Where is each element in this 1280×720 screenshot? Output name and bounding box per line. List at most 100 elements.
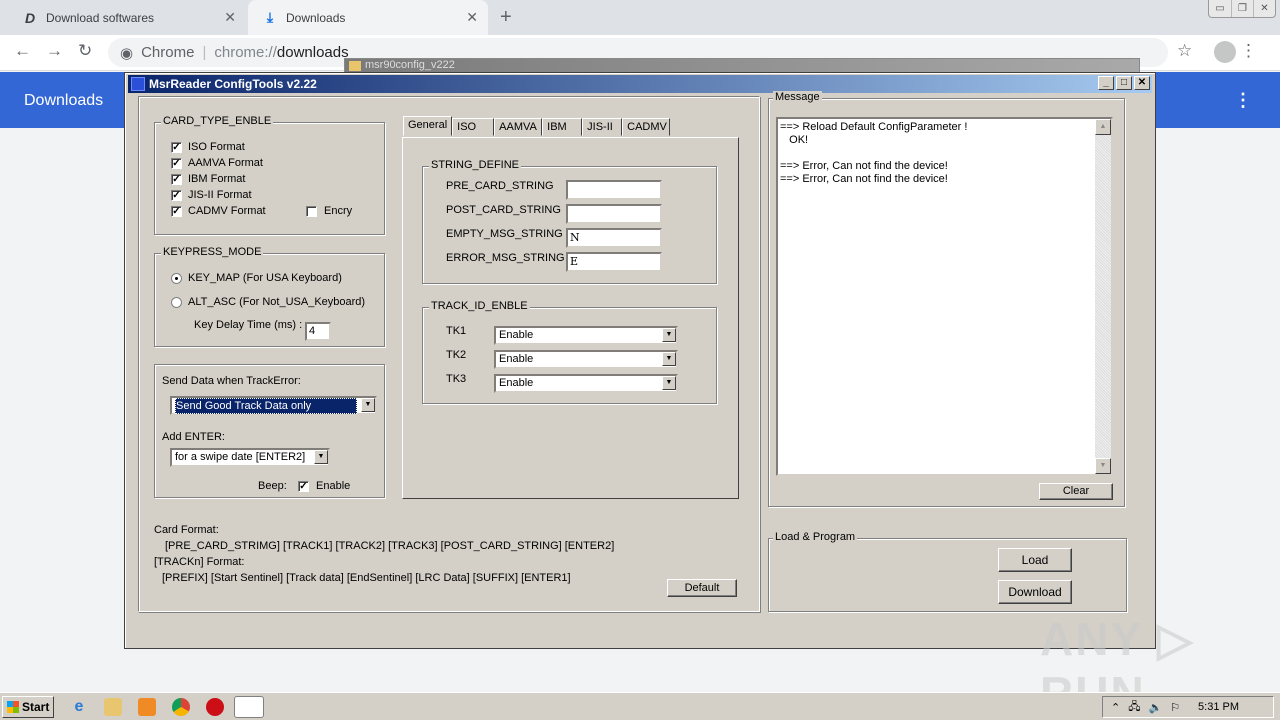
group-title: TRACK_ID_ENBLE bbox=[429, 300, 530, 312]
aamva-format-label: AAMVA Format bbox=[188, 157, 263, 169]
download-icon: ⤓ bbox=[266, 9, 274, 25]
tab-downloads[interactable]: ⤓ Downloads ✕ bbox=[248, 0, 488, 35]
tk3-select[interactable]: Enable ▼ bbox=[494, 374, 678, 393]
opera-icon[interactable] bbox=[206, 698, 224, 716]
scroll-up-icon[interactable]: ▲ bbox=[1095, 119, 1111, 135]
tab-general[interactable]: General bbox=[403, 116, 453, 136]
tab-label: Downloads bbox=[286, 10, 346, 25]
back-icon[interactable]: ← bbox=[14, 41, 31, 61]
cadmv-format-label: CADMV Format bbox=[188, 205, 266, 217]
error-msg-string-input[interactable]: E bbox=[566, 252, 662, 272]
bookmark-star-icon[interactable]: ☆ bbox=[1177, 41, 1192, 61]
more-menu-icon[interactable]: ⋮ bbox=[1234, 90, 1252, 111]
aamva-format-checkbox[interactable]: ✓ bbox=[171, 158, 182, 169]
profile-avatar[interactable] bbox=[1214, 41, 1236, 63]
group-title: Message bbox=[773, 91, 822, 103]
tab-download-softwares[interactable]: D Download softwares ✕ bbox=[8, 0, 246, 35]
post-card-string-label: POST_CARD_STRING bbox=[446, 204, 561, 216]
key-map-radio[interactable] bbox=[171, 273, 182, 284]
chrome-menu-icon[interactable]: ⋮ bbox=[1240, 41, 1257, 61]
close-icon[interactable]: ✕ bbox=[1253, 0, 1275, 17]
empty-msg-string-input[interactable]: N bbox=[566, 228, 662, 248]
clear-button[interactable]: Clear bbox=[1039, 483, 1113, 500]
dropdown-arrow-icon[interactable]: ▼ bbox=[662, 376, 676, 390]
window-titlebar[interactable]: MsrReader ConfigTools v2.22 _ □ ✕ bbox=[128, 75, 1152, 93]
reload-icon[interactable]: ↻ bbox=[78, 41, 92, 61]
minimize-button[interactable]: _ bbox=[1098, 76, 1114, 90]
start-label: Start bbox=[22, 700, 50, 714]
dropdown-arrow-icon[interactable]: ▼ bbox=[662, 328, 676, 342]
tab-aamva[interactable]: AAMVA bbox=[494, 118, 543, 136]
message-line: ==> Error, Can not find the device! bbox=[780, 160, 948, 172]
forward-icon[interactable]: → bbox=[46, 41, 63, 61]
system-tray: ⌃ 🖧 🔈 ⚐ 5:31 PM bbox=[1102, 696, 1274, 718]
add-enter-select[interactable]: for a swipe date [ENTER2] ▼ bbox=[170, 448, 330, 467]
tk2-value: Enable bbox=[499, 353, 534, 365]
file-explorer-icon[interactable] bbox=[104, 698, 122, 716]
restore-icon[interactable]: ❐ bbox=[1231, 0, 1253, 17]
post-card-string-input[interactable] bbox=[566, 204, 662, 224]
pre-card-string-input[interactable] bbox=[566, 180, 662, 200]
alt-asc-label: ALT_ASC (For Not_USA_Keyboard) bbox=[188, 296, 366, 308]
message-line: OK! bbox=[780, 134, 809, 146]
key-map-label: KEY_MAP (For USA Keyboard) bbox=[188, 272, 342, 284]
close-button[interactable]: ✕ bbox=[1134, 76, 1150, 90]
network-warning-icon[interactable]: 🖧 bbox=[1128, 698, 1140, 717]
track-format-label: [TRACKn] Format: bbox=[154, 556, 245, 568]
chrome-icon[interactable] bbox=[172, 698, 190, 716]
tk2-select[interactable]: Enable ▼ bbox=[494, 350, 678, 369]
browser-tab-strip: D Download softwares ✕ ⤓ Downloads ✕ + ▭… bbox=[0, 0, 1280, 35]
show-hidden-icons[interactable]: ⌃ bbox=[1111, 701, 1120, 714]
group-title: KEYPRESS_MODE bbox=[161, 246, 264, 258]
tab-iso[interactable]: ISO bbox=[452, 118, 495, 136]
tab-ibm[interactable]: IBM bbox=[542, 118, 583, 136]
jis-format-checkbox[interactable]: ✓ bbox=[171, 190, 182, 201]
internet-explorer-icon[interactable]: e bbox=[70, 698, 88, 716]
site-label: Chrome bbox=[141, 44, 195, 61]
msrreader-taskbar-button[interactable] bbox=[234, 696, 264, 718]
iso-format-checkbox[interactable]: ✓ bbox=[171, 142, 182, 153]
window-title: MsrReader ConfigTools v2.22 bbox=[149, 77, 317, 91]
page-title: Downloads bbox=[24, 92, 104, 109]
scroll-down-icon[interactable]: ▼ bbox=[1095, 458, 1111, 474]
clock[interactable]: 5:31 PM bbox=[1198, 701, 1239, 713]
load-button[interactable]: Load bbox=[998, 548, 1072, 572]
alt-asc-radio[interactable] bbox=[171, 297, 182, 308]
media-player-icon[interactable] bbox=[138, 698, 156, 716]
send-data-select[interactable]: Send Good Track Data only ▼ bbox=[170, 396, 377, 415]
close-tab-icon[interactable]: ✕ bbox=[466, 9, 478, 26]
minimize-icon[interactable]: ▭ bbox=[1209, 0, 1231, 17]
tk1-select[interactable]: Enable ▼ bbox=[494, 326, 678, 345]
tk1-value: Enable bbox=[499, 329, 534, 341]
message-log[interactable]: ==> Reload Default ConfigParameter ! OK!… bbox=[776, 117, 1113, 476]
group-title: STRING_DEFINE bbox=[429, 159, 522, 171]
delay-time-input[interactable]: 4 bbox=[305, 322, 331, 341]
message-line: ==> Error, Can not find the device! bbox=[780, 173, 948, 185]
close-tab-icon[interactable]: ✕ bbox=[224, 9, 236, 26]
ibm-format-checkbox[interactable]: ✓ bbox=[171, 174, 182, 185]
encry-checkbox[interactable] bbox=[306, 206, 317, 217]
d-logo-icon: D bbox=[24, 9, 36, 26]
start-button[interactable]: Start bbox=[2, 696, 54, 718]
cadmv-format-checkbox[interactable]: ✓ bbox=[171, 206, 182, 217]
beep-enable-checkbox[interactable]: ✓ bbox=[298, 481, 309, 492]
dropdown-arrow-icon[interactable]: ▼ bbox=[662, 352, 676, 366]
tab-cadmv[interactable]: CADMV bbox=[622, 118, 671, 136]
tab-jis[interactable]: JIS-II bbox=[582, 118, 623, 136]
folder-icon bbox=[349, 61, 361, 71]
windows-logo-icon bbox=[7, 701, 19, 713]
tab-label: Download softwares bbox=[46, 10, 155, 25]
background-window-title: msr90config_v222 bbox=[365, 59, 455, 71]
dropdown-arrow-icon[interactable]: ▼ bbox=[361, 398, 375, 412]
new-tab-button[interactable]: + bbox=[500, 6, 512, 29]
iso-format-label: ISO Format bbox=[188, 141, 245, 153]
maximize-button[interactable]: □ bbox=[1116, 76, 1132, 90]
vertical-scrollbar[interactable]: ▲ ▼ bbox=[1095, 119, 1111, 474]
default-button[interactable]: Default bbox=[667, 579, 737, 597]
add-enter-value: for a swipe date [ENTER2] bbox=[175, 451, 306, 463]
card-format-text: [PRE_CARD_STRIMG] [TRACK1] [TRACK2] [TRA… bbox=[165, 540, 615, 552]
download-button[interactable]: Download bbox=[998, 580, 1072, 604]
action-center-flag-icon[interactable]: ⚐ bbox=[1170, 701, 1180, 714]
dropdown-arrow-icon[interactable]: ▼ bbox=[314, 450, 328, 464]
volume-icon[interactable]: 🔈 bbox=[1148, 701, 1162, 714]
